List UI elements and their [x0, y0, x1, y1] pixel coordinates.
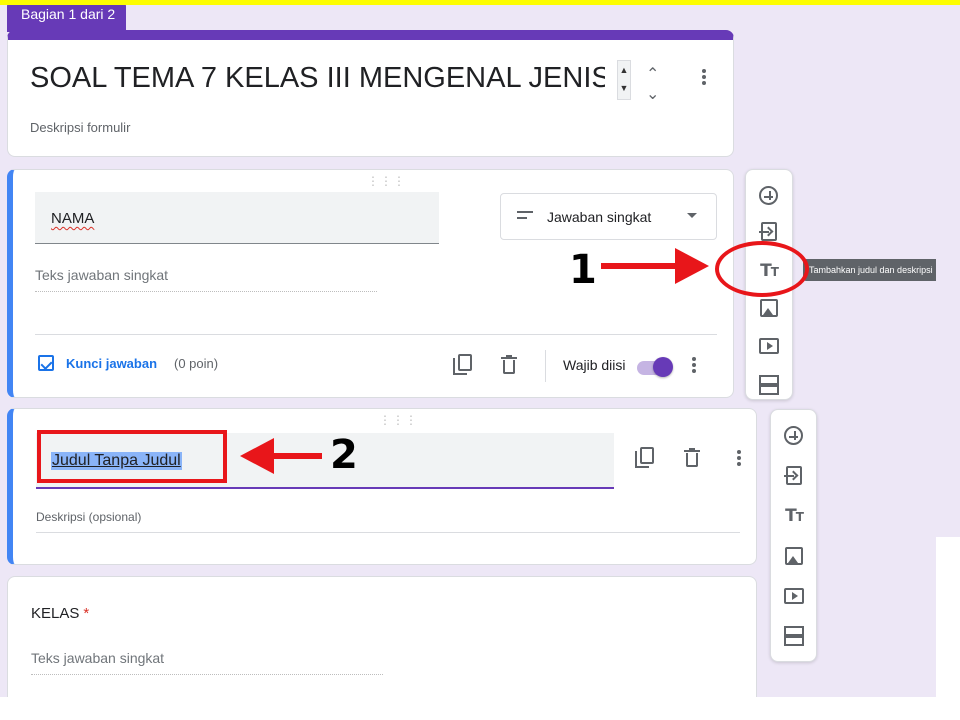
question-title-text: KELAS: [31, 605, 80, 622]
import-icon: [759, 222, 777, 241]
video-icon: [759, 338, 779, 354]
more-options-icon[interactable]: [692, 65, 716, 89]
section-icon: [784, 626, 804, 646]
dropdown-arrow-icon: [687, 213, 697, 218]
video-icon: [784, 588, 804, 604]
add-section-button[interactable]: [782, 624, 806, 648]
annotation-arrow-1: [601, 263, 681, 269]
block-description[interactable]: Deskripsi (opsional): [36, 510, 740, 533]
drag-handle-icon[interactable]: ⋮⋮⋮: [379, 413, 418, 427]
add-title-button[interactable]: TT: [782, 504, 806, 528]
answer-placeholder: Teks jawaban singkat: [35, 267, 377, 292]
question-title-field[interactable]: NAMA: [35, 192, 439, 244]
floating-toolbar: TT: [770, 409, 817, 662]
background-strip: [936, 5, 960, 537]
add-question-button[interactable]: [782, 424, 806, 448]
duplicate-icon[interactable]: [635, 447, 655, 469]
section-tab: Bagian 1 dari 2: [7, 2, 126, 32]
form-description[interactable]: Deskripsi formulir: [30, 120, 130, 135]
add-video-button[interactable]: [757, 334, 781, 358]
annotation-box: [37, 430, 227, 483]
annotation-circle: [715, 241, 809, 297]
image-icon: [760, 299, 778, 317]
question-title: NAMA: [51, 210, 95, 227]
add-circle-icon: [759, 186, 778, 205]
required-toggle-knob[interactable]: [653, 357, 673, 377]
divider: [35, 334, 717, 335]
points-label: (0 poin): [174, 356, 219, 371]
delete-icon[interactable]: [684, 448, 700, 468]
form-title[interactable]: SOAL TEMA 7 KELAS III MENGENAL JENIS-: [30, 62, 605, 95]
required-label: Wajib diisi: [563, 357, 626, 373]
more-options-icon[interactable]: [682, 353, 706, 377]
required-asterisk: *: [83, 605, 90, 622]
drag-handle-icon[interactable]: ⋮⋮⋮: [367, 174, 406, 188]
annotation-arrowhead-2: [240, 438, 274, 474]
add-question-button[interactable]: [757, 184, 781, 208]
form-title-card[interactable]: SOAL TEMA 7 KELAS III MENGENAL JENIS- ▲ ▼…: [7, 30, 734, 157]
annotation-arrowhead-1: [675, 248, 709, 284]
image-icon: [785, 547, 803, 565]
answer-key-icon[interactable]: [38, 355, 54, 371]
import-icon: [784, 466, 802, 485]
annotation-number-1: 1: [569, 247, 597, 293]
top-highlight-line: [0, 0, 960, 5]
add-image-button[interactable]: [757, 296, 781, 320]
question-type-label: Jawaban singkat: [547, 209, 652, 225]
annotation-arrow-2: [270, 453, 322, 459]
duplicate-icon[interactable]: [453, 354, 473, 376]
delete-icon[interactable]: [501, 355, 517, 375]
question-card-kelas[interactable]: KELAS * Teks jawaban singkat: [7, 576, 757, 697]
question-title: KELAS *: [31, 605, 89, 622]
add-section-button[interactable]: [757, 373, 781, 397]
short-answer-icon: [517, 211, 533, 221]
annotation-number-2: 2: [330, 432, 358, 478]
tooltip: Tambahkan judul dan deskripsi: [803, 259, 936, 281]
add-circle-icon: [784, 426, 803, 445]
collapse-icon[interactable]: ⌃ ⌄: [646, 64, 666, 103]
answer-placeholder: Teks jawaban singkat: [31, 650, 383, 675]
form-editor-canvas: Bagian 1 dari 2 SOAL TEMA 7 KELAS III ME…: [0, 0, 936, 697]
answer-key-link[interactable]: Kunci jawaban: [66, 356, 157, 371]
question-card-nama[interactable]: ⋮⋮⋮ NAMA Jawaban singkat Teks jawaban si…: [7, 169, 734, 398]
add-video-button[interactable]: [782, 584, 806, 608]
add-image-button[interactable]: [782, 544, 806, 568]
question-type-dropdown[interactable]: Jawaban singkat: [500, 193, 717, 240]
import-questions-button[interactable]: [782, 464, 806, 488]
more-options-icon[interactable]: [727, 446, 751, 470]
divider: [545, 350, 546, 382]
title-scroll-control[interactable]: ▲ ▼: [617, 60, 631, 100]
section-icon: [759, 375, 779, 395]
